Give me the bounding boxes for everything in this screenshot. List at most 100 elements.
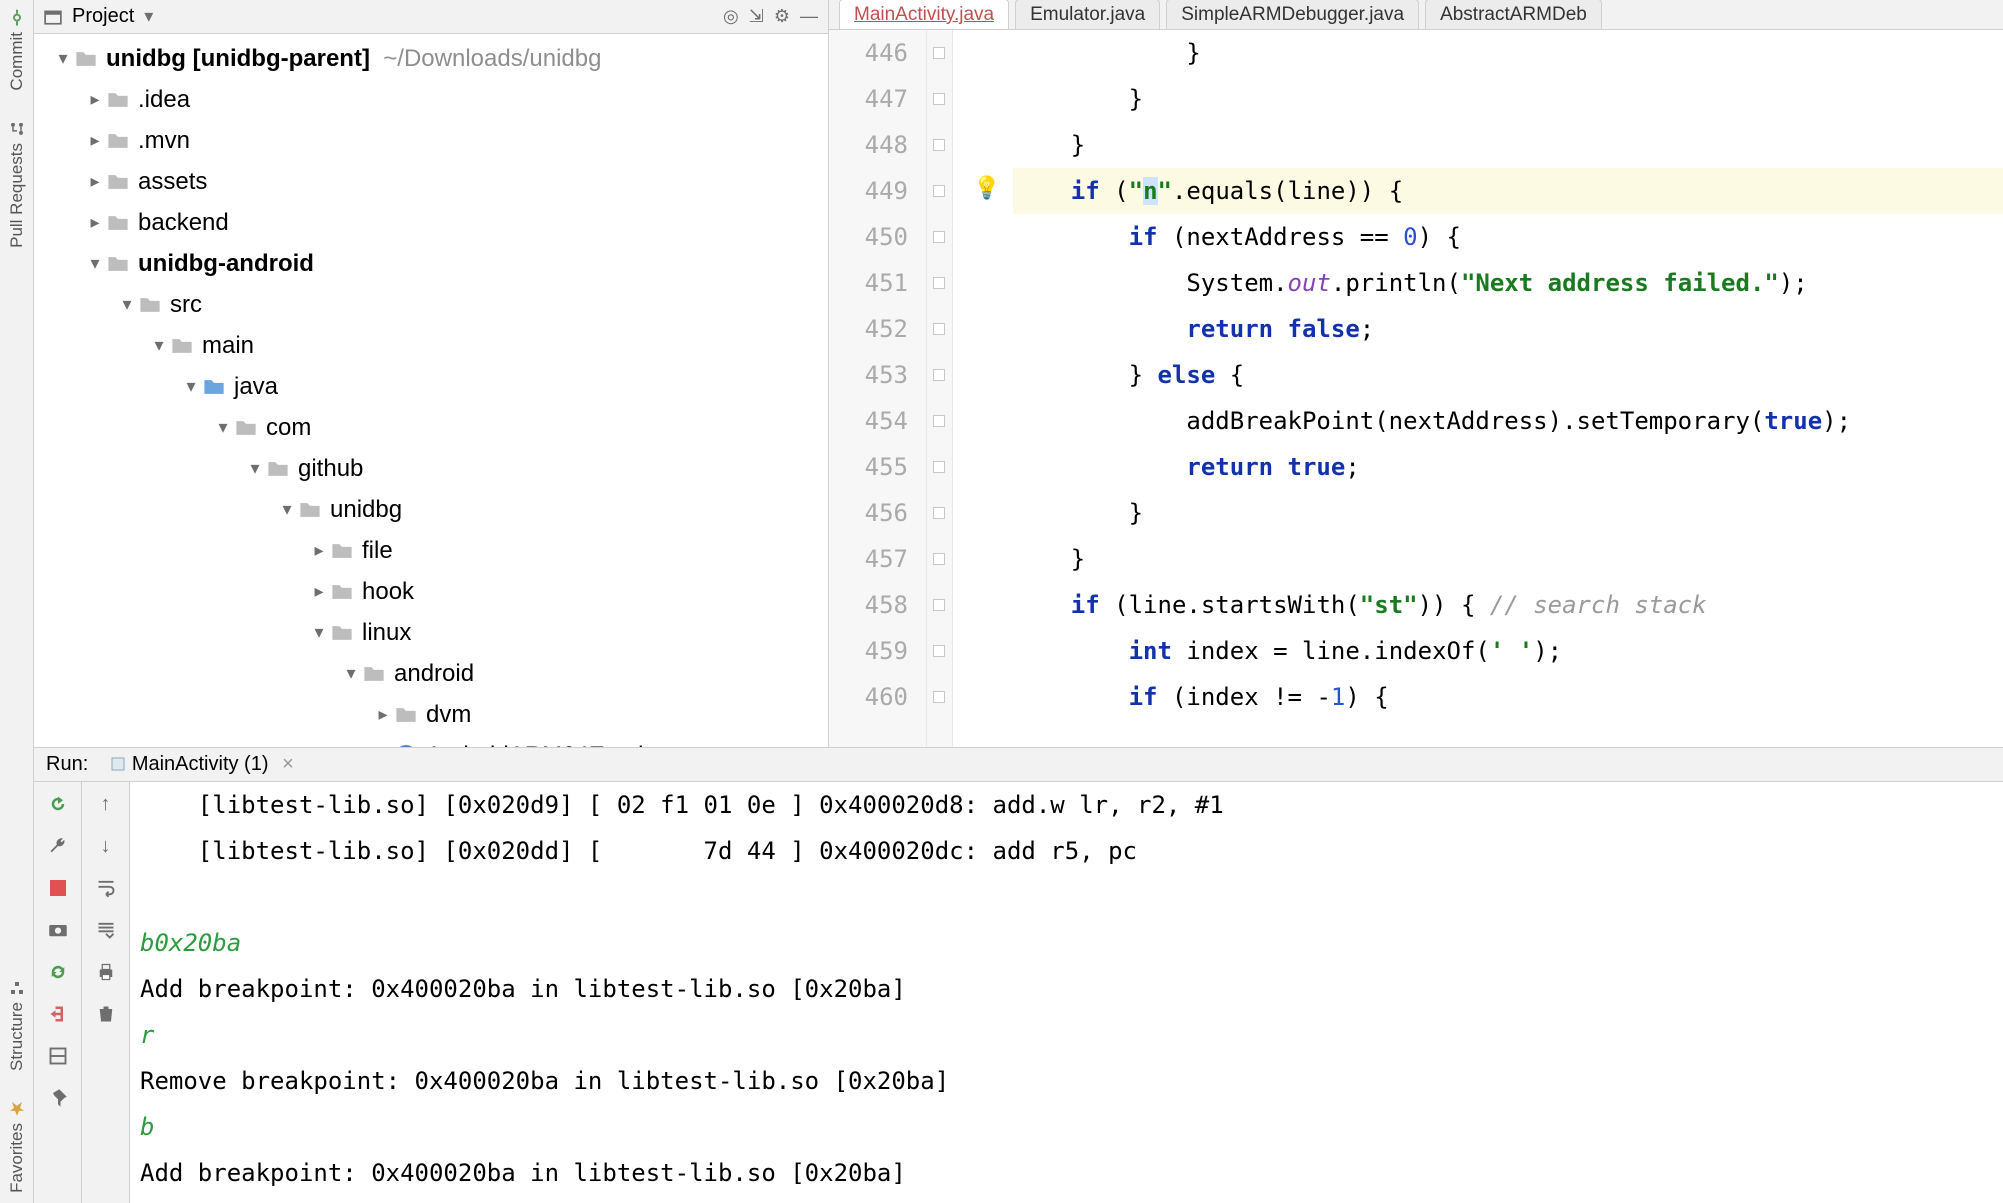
scroll-end-button[interactable] [92,916,120,944]
print-button[interactable] [92,958,120,986]
chevron-down-icon[interactable]: ▾ [308,622,330,643]
run-tab[interactable]: MainActivity (1) × [102,751,302,778]
chevron-down-icon[interactable]: ▾ [144,6,153,27]
wrench-button[interactable] [44,832,72,860]
chevron-down-icon[interactable]: ▾ [276,499,298,520]
fold-marker[interactable] [933,323,945,335]
exit-button[interactable] [44,1000,72,1028]
chevron-right-icon[interactable]: ▸ [372,704,394,725]
sync-button[interactable] [44,958,72,986]
code-line[interactable]: return true; [1013,444,2003,490]
code-line[interactable]: if ("n".equals(line)) { [1013,168,2003,214]
tree-row[interactable]: ▸hook [34,571,828,612]
collapse-icon[interactable]: ⇲ [749,6,764,27]
code-line[interactable]: } [1013,536,2003,582]
tree-row[interactable]: ▸backend [34,202,828,243]
tree-row[interactable]: ▾android [34,653,828,694]
fold-marker[interactable] [933,93,945,105]
code-line[interactable]: } [1013,30,2003,76]
fold-marker[interactable] [933,369,945,381]
fold-marker[interactable] [933,553,945,565]
tree-row[interactable]: ▾linux [34,612,828,653]
close-icon[interactable]: × [282,753,294,775]
tree-row[interactable]: ▸assets [34,161,828,202]
rerun-button[interactable] [44,790,72,818]
tree-row[interactable]: ▸dvm [34,694,828,735]
settings-icon[interactable]: ⚙ [774,6,790,27]
chevron-down-icon[interactable]: ▾ [116,294,138,315]
fold-marker[interactable] [933,691,945,703]
editor-tab[interactable]: MainActivity.java [839,0,1009,30]
editor-tab[interactable]: Emulator.java [1015,0,1160,30]
tree-row[interactable]: ▾unidbg [34,489,828,530]
trash-button[interactable] [92,1000,120,1028]
project-tree[interactable]: ▾ unidbg [unidbg-parent] ~/Downloads/uni… [34,34,828,747]
layout-button[interactable] [44,1042,72,1070]
tree-row[interactable]: ▸.mvn [34,120,828,161]
intention-bulb-icon[interactable]: 💡 [973,176,1000,201]
fold-marker[interactable] [933,599,945,611]
tree-row[interactable]: ▸.idea [34,79,828,120]
tree-row[interactable]: CAndroidARM64Emulator [34,735,828,747]
code-area[interactable]: } } } if ("n".equals(line)) { if (nextAd… [1013,30,2003,747]
chevron-down-icon[interactable]: ▾ [148,335,170,356]
fold-marker[interactable] [933,507,945,519]
chevron-down-icon[interactable]: ▾ [340,663,362,684]
rail-favorites[interactable]: Favorites [7,1101,27,1193]
code-line[interactable]: addBreakPoint(nextAddress).setTemporary(… [1013,398,2003,444]
chevron-right-icon[interactable]: ▸ [84,212,106,233]
rail-commit[interactable]: Commit [7,10,27,91]
down-button[interactable]: ↓ [92,832,120,860]
up-button[interactable]: ↑ [92,790,120,818]
fold-marker[interactable] [933,277,945,289]
chevron-down-icon[interactable]: ▾ [52,48,74,69]
stop-button[interactable] [44,874,72,902]
code-line[interactable]: } [1013,76,2003,122]
chevron-right-icon[interactable]: ▸ [308,581,330,602]
tree-row[interactable]: ▾unidbg-android [34,243,828,284]
code-line[interactable]: System.out.println("Next address failed.… [1013,260,2003,306]
chevron-right-icon[interactable]: ▸ [84,89,106,110]
code-line[interactable]: if (index != -1) { [1013,674,2003,720]
chevron-right-icon[interactable]: ▸ [308,540,330,561]
code-line[interactable]: } [1013,490,2003,536]
tree-root[interactable]: ▾ unidbg [unidbg-parent] ~/Downloads/uni… [34,38,828,79]
chevron-right-icon[interactable]: ▸ [84,130,106,151]
tree-row[interactable]: ▸file [34,530,828,571]
console-output[interactable]: [libtest-lib.so] [0x020d9] [ 02 f1 01 0e… [130,782,2003,1203]
code-line[interactable]: int index = line.indexOf(' '); [1013,628,2003,674]
chevron-right-icon[interactable]: ▸ [84,171,106,192]
fold-marker[interactable] [933,185,945,197]
fold-marker[interactable] [933,139,945,151]
code-line[interactable]: } [1013,122,2003,168]
tree-row[interactable]: ▾com [34,407,828,448]
editor-tab[interactable]: AbstractARMDeb [1425,0,1602,30]
hide-icon[interactable]: — [800,6,818,27]
tree-row[interactable]: ▾src [34,284,828,325]
soft-wrap-button[interactable] [92,874,120,902]
chevron-down-icon[interactable]: ▾ [180,376,202,397]
tree-row[interactable]: ▾github [34,448,828,489]
chevron-down-icon[interactable]: ▾ [244,458,266,479]
editor-tab[interactable]: SimpleARMDebugger.java [1166,0,1419,30]
code-line[interactable]: return false; [1013,306,2003,352]
pin-button[interactable] [44,1084,72,1112]
camera-button[interactable] [44,916,72,944]
fold-marker[interactable] [933,645,945,657]
fold-marker[interactable] [933,415,945,427]
fold-marker[interactable] [933,461,945,473]
folder-icon [298,498,322,522]
code-line[interactable]: } else { [1013,352,2003,398]
editor-body[interactable]: 4464474484494504514524534544554564574584… [829,30,2003,747]
chevron-down-icon[interactable]: ▾ [84,253,106,274]
code-line[interactable]: if (line.startsWith("st")) { // search s… [1013,582,2003,628]
tree-row[interactable]: ▾java [34,366,828,407]
tree-row[interactable]: ▾main [34,325,828,366]
fold-marker[interactable] [933,231,945,243]
code-line[interactable]: if (nextAddress == 0) { [1013,214,2003,260]
rail-pull-requests[interactable]: Pull Requests [7,121,27,248]
target-icon[interactable]: ◎ [723,6,739,27]
fold-marker[interactable] [933,47,945,59]
rail-structure[interactable]: Structure [7,980,27,1071]
chevron-down-icon[interactable]: ▾ [212,417,234,438]
